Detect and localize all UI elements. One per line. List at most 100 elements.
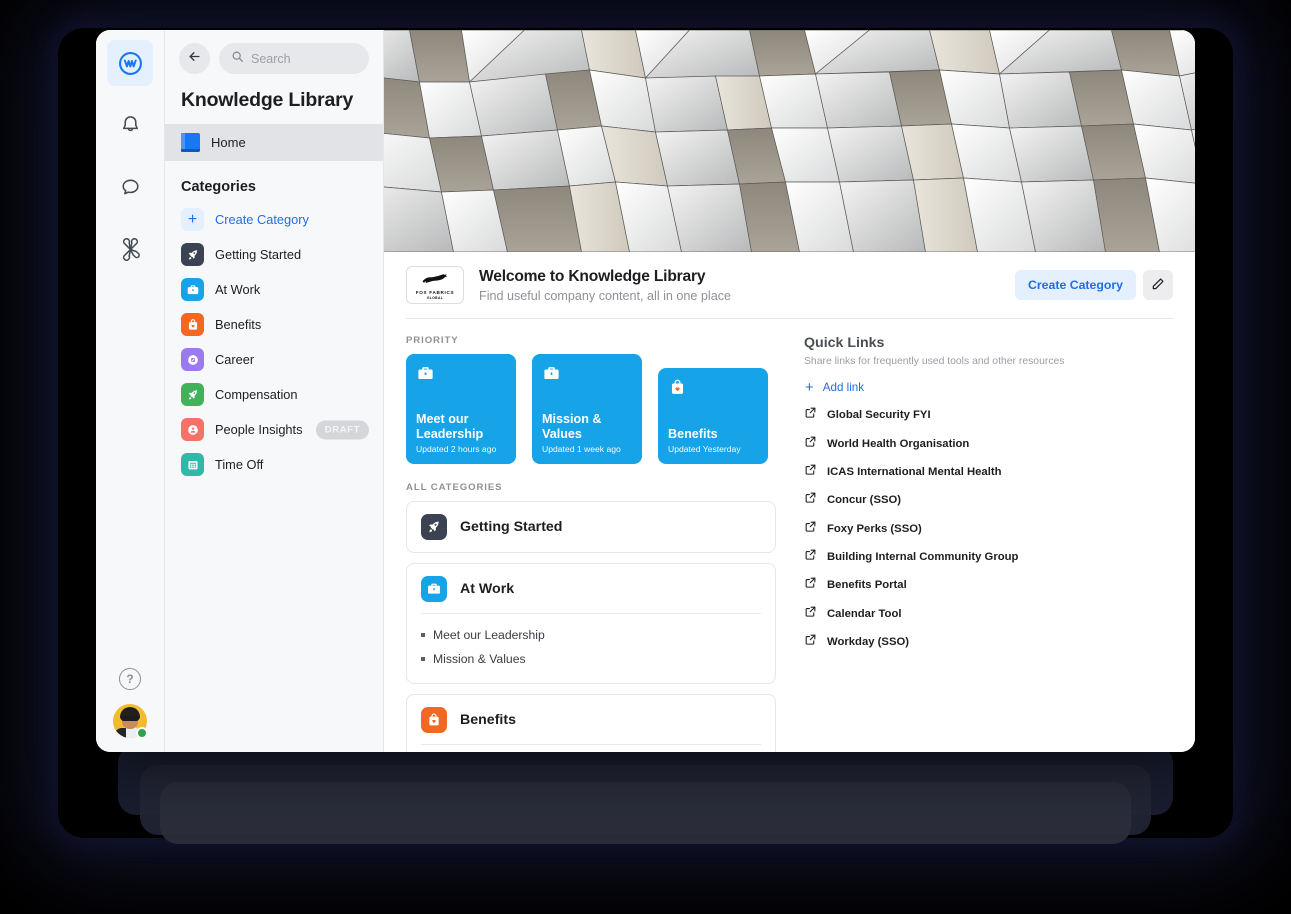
external-link-icon [804,548,817,566]
priority-label: PRIORITY [406,335,459,346]
sidebar-item-label: Benefits [215,317,262,332]
people-icon [181,418,204,441]
rail-item-tools[interactable] [107,226,153,272]
priority-card[interactable]: Meet our Leadership Updated 2 hours ago [406,354,516,464]
rail-item-chat[interactable] [107,164,153,210]
briefcase-icon [542,364,632,388]
window-stack-shadow-3 [160,782,1131,844]
category-card-title: Benefits [460,712,516,728]
rocket-icon [421,514,447,540]
plus-icon: + [181,208,204,231]
welcome-title: Welcome to Knowledge Library [479,267,706,285]
priority-card[interactable]: Benefits Updated Yesterday [658,368,768,464]
quick-links-list: Global Security FYI World Health Organisa… [804,401,1173,656]
quick-link-item[interactable]: ICAS International Mental Health [804,458,1173,486]
sidebar-item-benefits[interactable]: Benefits [165,307,383,342]
back-button[interactable] [179,43,210,74]
sidebar-item-label: Career [215,352,255,367]
category-subitem-label: Mission & Values [433,652,526,666]
header-actions: Create Category [1015,270,1173,300]
quick-link-label: World Health Organisation [827,437,970,450]
sidebar-toolbar: Search [165,30,383,83]
sidebar-item-home[interactable]: Home [165,124,383,161]
sidebar-category-list: Getting Started At Work Benefits Career Comp… [165,237,383,482]
priority-card-title: Benefits [668,426,718,441]
quick-link-item[interactable]: Foxy Perks (SSO) [804,515,1173,543]
geometric-wall-pattern [384,30,1195,252]
help-icon[interactable]: ? [119,668,141,690]
career-badge-icon [181,348,204,371]
header-text: Welcome to Knowledge Library Find useful… [479,268,1015,303]
logo-name: FOX FABRICS [415,289,455,295]
categories-heading: Categories [181,179,256,195]
sidebar-item-label: People Insights [215,422,303,437]
sidebar-item-time-off[interactable]: Time Off [165,447,383,482]
add-link-button[interactable]: + Add link [804,376,1173,401]
content-area: PRIORITY Meet our Leadership Updated 2 ho… [384,319,1195,752]
quick-link-label: ICAS International Mental Health [827,465,1002,478]
quick-link-label: Building Internal Community Group [827,551,1019,564]
priority-card-row: Meet our Leadership Updated 2 hours ago Mi… [406,354,776,464]
draft-badge: DRAFT [315,420,369,439]
category-subitem-label: Meet our Leadership [433,628,545,642]
priority-card-title: Mission & Values [542,412,602,441]
sidebar-item-compensation[interactable]: Compensation [165,377,383,412]
briefcase-icon [181,278,204,301]
quick-link-item[interactable]: World Health Organisation [804,429,1173,457]
sidebar-item-people-insights[interactable]: People Insights DRAFT [165,412,383,447]
priority-card-updated: Updated 2 hours ago [416,444,497,454]
category-card-title: Getting Started [460,519,563,535]
category-card-header: Getting Started [421,514,761,540]
bell-icon [119,114,142,137]
quick-link-item[interactable]: Building Internal Community Group [804,543,1173,571]
sidebar-item-career[interactable]: Career [165,342,383,377]
quick-link-item[interactable]: Calendar Tool [804,600,1173,628]
create-category-button-main[interactable]: Create Category [1015,270,1136,300]
divider [421,744,761,745]
edit-button[interactable] [1143,270,1173,300]
create-category-button[interactable]: + Create Category [165,202,383,237]
category-card[interactable]: At Work Meet our Leadership Mission & Valu… [406,563,776,684]
quick-link-item[interactable]: Benefits Portal [804,571,1173,599]
category-card[interactable]: Getting Started [406,501,776,553]
external-link-icon [804,463,817,481]
welcome-subtitle: Find useful company content, all in one … [479,288,732,303]
avatar[interactable] [113,704,148,739]
priority-card-updated: Updated Yesterday [668,444,741,454]
rail-item-workplace-logo[interactable] [107,40,153,86]
all-categories-label: ALL CATEGORIES [406,482,503,493]
priority-card[interactable]: Mission & Values Updated 1 week ago [532,354,642,464]
external-link-icon [804,520,817,538]
briefcase-icon [421,576,447,602]
search-input[interactable]: Search [219,43,369,74]
chat-bubble-icon [119,176,142,199]
status-badge [136,727,148,739]
sidebar-item-label: Time Off [215,457,264,472]
benefits-bag-icon [421,707,447,733]
quick-links-subtitle: Share links for frequently used tools an… [804,356,1065,367]
benefits-bag-icon [668,378,758,402]
category-card-title: At Work [460,581,515,597]
category-card[interactable]: BenefitsCoverage BasicsHealth & Wellness [406,694,776,752]
banner-image [384,30,1195,252]
sidebar-item-label: Home [211,135,246,150]
sidebar-item-at-work[interactable]: At Work [165,272,383,307]
rail-item-notifications[interactable] [107,102,153,148]
quick-link-item[interactable]: Concur (SSO) [804,486,1173,514]
quick-link-label: Benefits Portal [827,579,907,592]
category-subitem[interactable]: Mission & Values [421,647,761,671]
book-icon [181,133,200,152]
external-link-icon [804,406,817,424]
external-link-icon [804,633,817,651]
sidebar-item-label: Getting Started [215,247,302,262]
search-icon [231,50,244,68]
benefits-bag-icon [181,313,204,336]
plus-icon: + [805,379,814,396]
external-link-icon [804,491,817,509]
quick-link-item[interactable]: Global Security FYI [804,401,1173,429]
sidebar-item-getting-started[interactable]: Getting Started [165,237,383,272]
quick-link-item[interactable]: Workday (SSO) [804,628,1173,656]
category-subitem[interactable]: Meet our Leadership [421,623,761,647]
bullet-icon [421,633,425,637]
quick-links-title: Quick Links [804,335,885,351]
